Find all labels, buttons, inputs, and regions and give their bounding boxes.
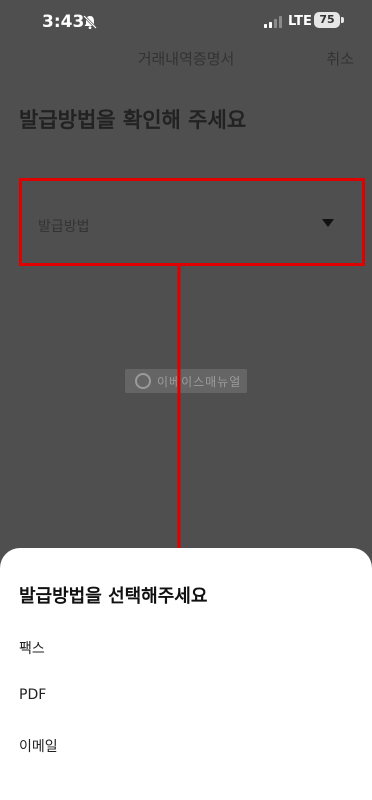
issue-method-select[interactable]: 발급방법 bbox=[19, 178, 365, 266]
signal-icon bbox=[264, 16, 282, 28]
sheet-title: 발급방법을 선택해주세요 bbox=[19, 586, 208, 607]
option-label: PDF bbox=[19, 687, 47, 703]
watermark-text: 이베이스매뉴얼 bbox=[157, 375, 242, 389]
bottom-sheet: 발급방법을 선택해주세요 팩스 PDF 이메일 bbox=[0, 548, 372, 800]
option-label: 이메일 bbox=[19, 739, 58, 755]
option-fax[interactable]: 팩스 bbox=[0, 626, 372, 670]
battery-icon: 75 bbox=[314, 12, 344, 28]
watermark: 이베이스매뉴얼 bbox=[125, 369, 247, 393]
status-bar: 3:43 LTE 75 bbox=[0, 0, 372, 44]
status-time: 3:43 bbox=[42, 12, 85, 32]
issue-method-placeholder: 발급방법 bbox=[38, 219, 90, 235]
watermark-logo-icon bbox=[135, 373, 151, 389]
caret-down-icon bbox=[322, 219, 334, 227]
page-title: 거래내역증명서 bbox=[137, 50, 235, 68]
option-label: 팩스 bbox=[19, 641, 45, 657]
bell-off-icon bbox=[83, 15, 97, 29]
cancel-button[interactable]: 취소 bbox=[326, 48, 354, 69]
option-email[interactable]: 이메일 bbox=[0, 724, 372, 768]
option-pdf[interactable]: PDF bbox=[0, 675, 372, 719]
battery-level: 75 bbox=[319, 13, 335, 26]
network-label: LTE bbox=[288, 14, 312, 29]
page-heading: 발급방법을 확인해 주세요 bbox=[19, 108, 247, 132]
